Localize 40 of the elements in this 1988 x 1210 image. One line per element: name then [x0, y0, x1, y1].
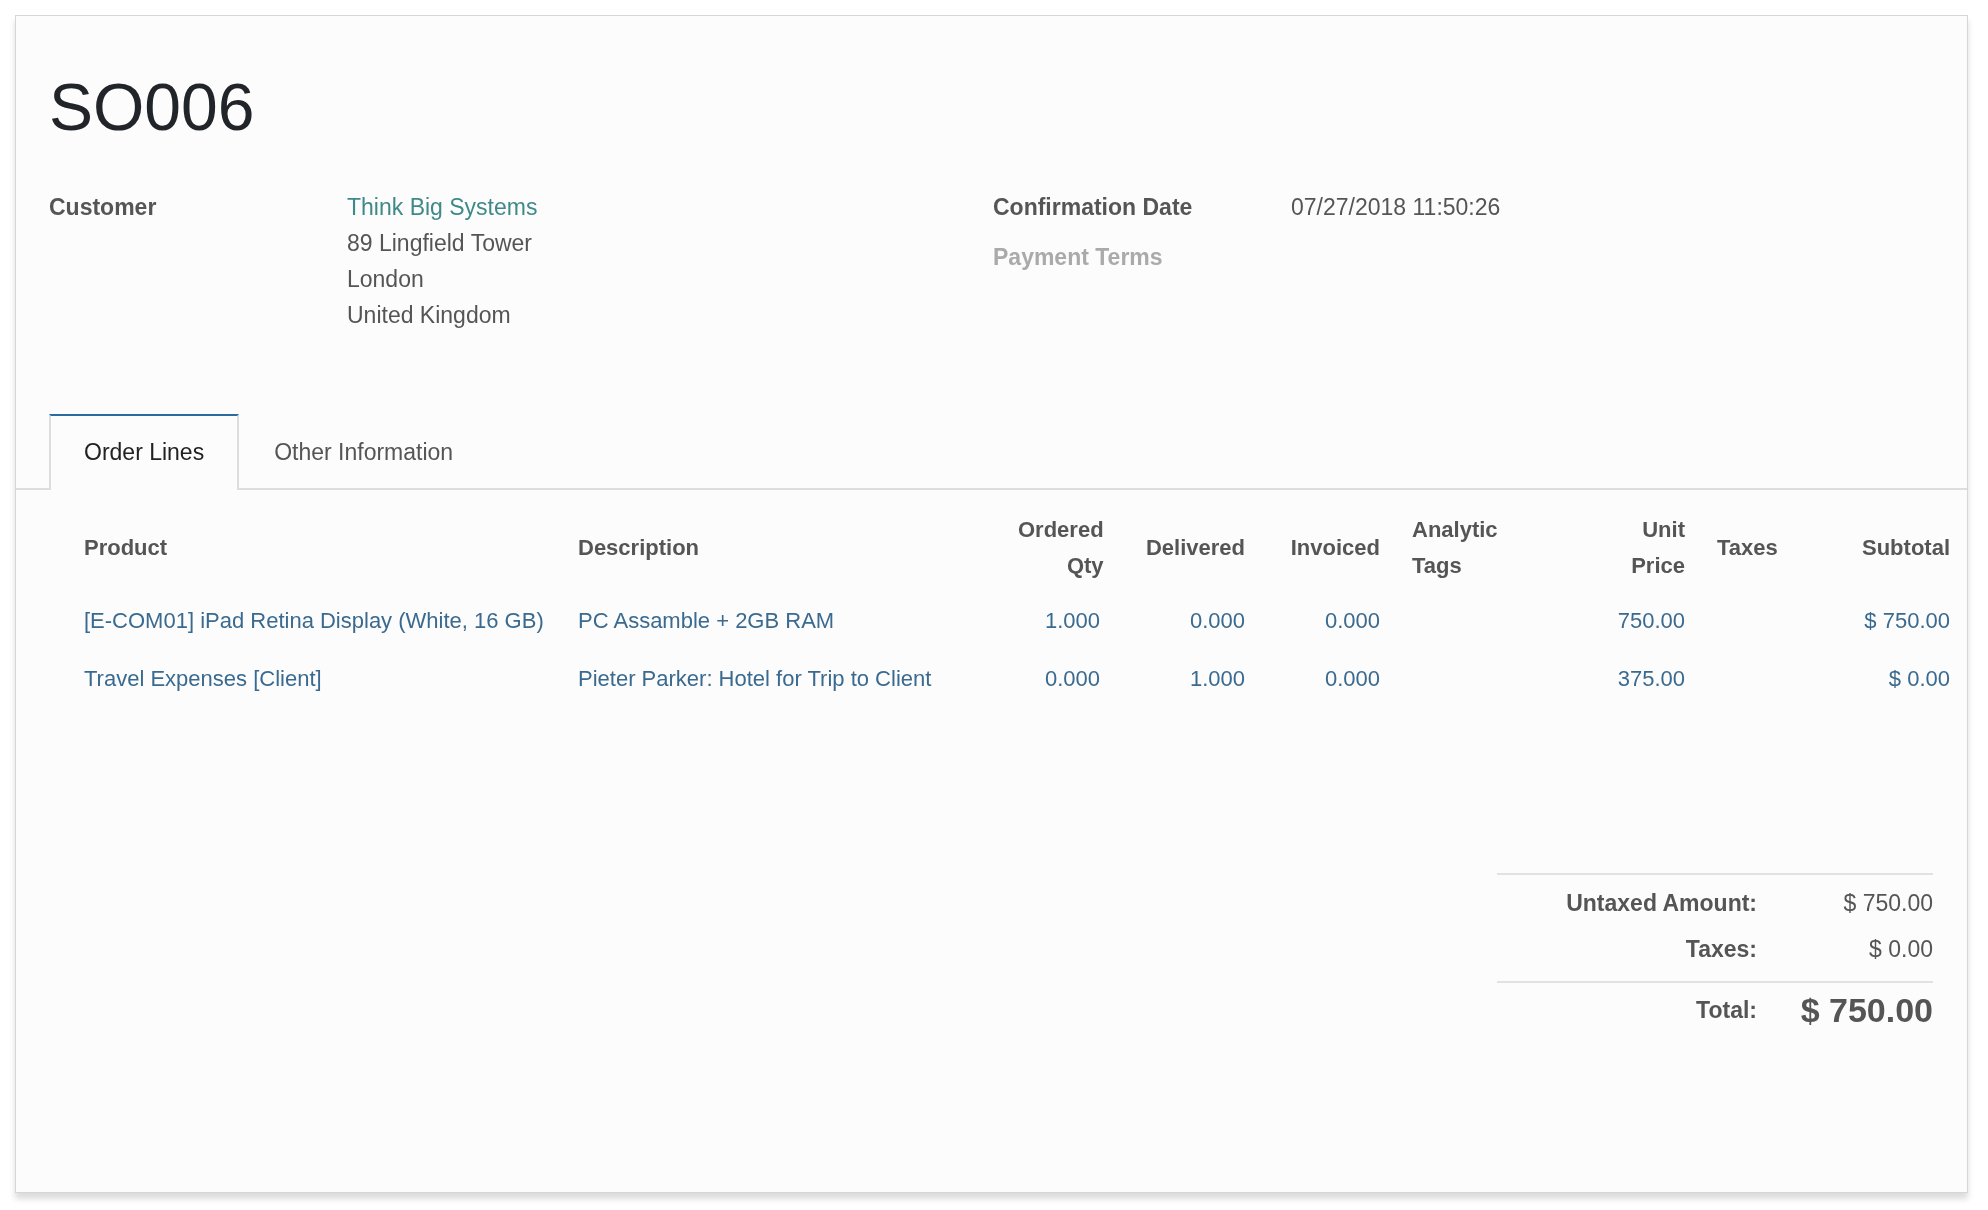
table-cell: 375.00: [1617, 665, 1685, 691]
table-cell: $ 0.00: [1888, 665, 1950, 691]
field-label: Confirmation Date: [993, 192, 1194, 222]
tab[interactable]: Other Information: [239, 413, 489, 490]
column-header[interactable]: Analytic Tags: [1412, 511, 1498, 584]
order-title: SO006: [49, 71, 256, 144]
table-cell: 750.00: [1617, 607, 1685, 633]
table-cell: $ 750.00: [1864, 607, 1950, 633]
field-label: Payment Terms: [993, 242, 1164, 272]
column-header[interactable]: Unit Price: [1631, 511, 1685, 584]
column-header[interactable]: Subtotal: [1862, 529, 1950, 566]
table-cell: Travel Expenses [Client]: [84, 665, 322, 691]
table-cell: 1.000: [1044, 607, 1100, 633]
field-label: Customer: [49, 192, 158, 222]
total-value: $ 750.00: [1842, 890, 1933, 918]
total-value: $ 0.00: [1868, 936, 1933, 964]
table-cell: 0.000: [1189, 607, 1245, 633]
table-cell: 1.000: [1189, 665, 1245, 691]
column-header[interactable]: Invoiced: [1290, 529, 1380, 566]
table-cell: PC Assamble + 2GB RAM: [578, 607, 835, 633]
column-header[interactable]: Delivered: [1145, 529, 1245, 566]
total-label: Taxes:: [1685, 936, 1757, 964]
column-header[interactable]: Product: [84, 529, 168, 566]
total-label: Total:: [1696, 997, 1757, 1025]
customer-link[interactable]: Think Big Systems: [347, 188, 538, 225]
address-line: London: [347, 264, 425, 294]
total-value: $ 750.00: [1799, 991, 1933, 1031]
column-header[interactable]: Description: [578, 529, 700, 566]
total-label: Untaxed Amount:: [1566, 890, 1757, 918]
address-line: 89 Lingfield Tower: [347, 228, 533, 258]
column-header[interactable]: Taxes: [1717, 529, 1778, 566]
table-cell: 0.000: [1324, 607, 1380, 633]
table-cell: [E-COM01] iPad Retina Display (White, 16 GB): [84, 607, 544, 633]
table-cell: 0.000: [1044, 665, 1100, 691]
field-value: 07/27/2018 11:50:26: [1291, 192, 1501, 222]
column-header[interactable]: Ordered Qty: [1018, 511, 1104, 584]
address-line: United Kingdom: [347, 300, 512, 330]
tab[interactable]: Order Lines: [49, 413, 240, 490]
table-cell: Pieter Parker: Hotel for Trip to Client: [578, 665, 932, 691]
table-cell: 0.000: [1324, 665, 1380, 691]
